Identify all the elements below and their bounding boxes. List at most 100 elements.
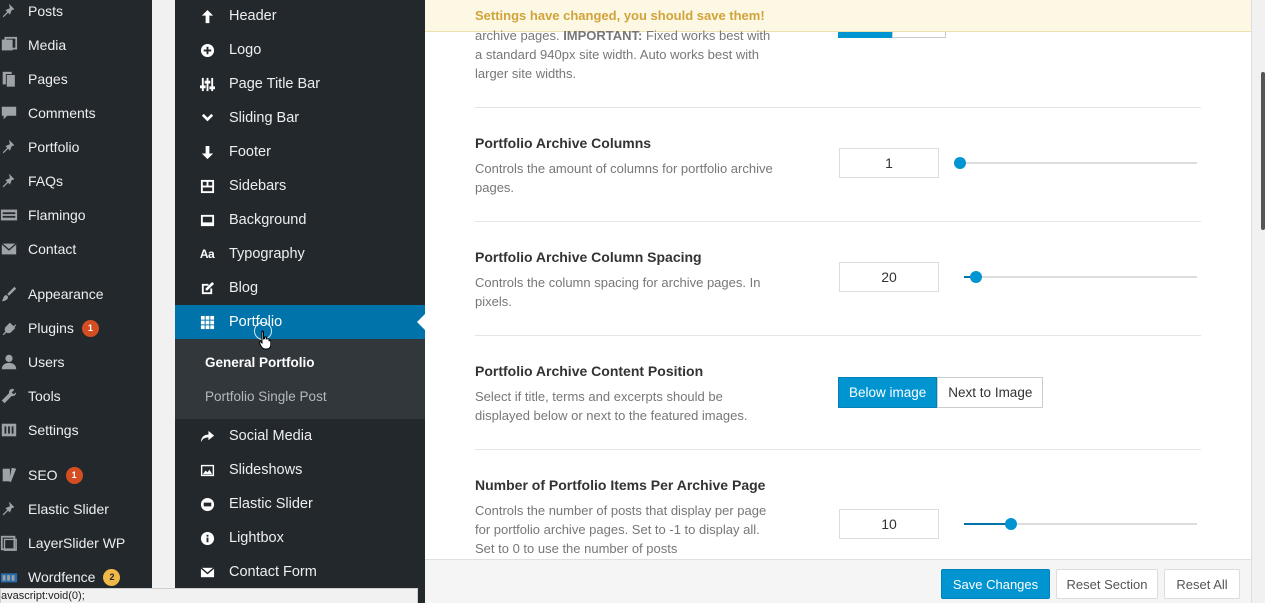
wp-menu-label: Elastic Slider: [28, 501, 109, 517]
page-scrollbar[interactable]: [1261, 72, 1265, 230]
position-setting-description: Select if title, terms and excerpts shou…: [475, 389, 748, 423]
pin-icon: [0, 499, 20, 519]
arrow-down-icon: [199, 144, 215, 160]
wrench-icon: [0, 386, 20, 406]
options-tab-label: Background: [229, 212, 307, 228]
wp-menu-appearance[interactable]: Appearance: [0, 277, 152, 311]
wp-menu-users[interactable]: Users: [0, 345, 152, 379]
wp-menu-elastic-slider[interactable]: Elastic Slider: [0, 492, 152, 526]
sliders-icon: [199, 76, 215, 92]
browser-status-url: avascript:void(0);: [0, 588, 418, 603]
below-image-option[interactable]: Below image: [838, 377, 938, 408]
wordfence-icon: [0, 567, 20, 587]
wp-menu-label: Posts: [28, 3, 64, 19]
options-tab-label: Typography: [229, 246, 305, 262]
wp-menu-label: Users: [28, 354, 65, 370]
options-tab-portfolio[interactable]: Portfolio: [175, 305, 425, 339]
items-per-page-slider[interactable]: [964, 518, 1197, 530]
options-tab-label: Contact Form: [229, 564, 317, 580]
spacing-setting-description: Controls the column spacing for archive …: [475, 275, 761, 309]
section-divider: [475, 221, 1201, 222]
options-tab-label: Footer: [229, 144, 271, 160]
wp-admin-menu: Posts Media Pages Comments Portfolio FAQ…: [0, 0, 152, 603]
options-tab-sidebars[interactable]: Sidebars: [175, 169, 425, 203]
wp-menu-settings[interactable]: Settings: [0, 413, 152, 447]
plus-circle-icon: [199, 42, 215, 58]
wp-menu-label: Comments: [28, 105, 96, 121]
wp-menu-label: Media: [28, 37, 67, 53]
wp-menu-label: Pages: [28, 71, 68, 87]
submenu-portfolio-single-post[interactable]: Portfolio Single Post: [205, 389, 327, 404]
spacing-setting-title: Portfolio Archive Column Spacing: [475, 249, 702, 265]
wp-menu-flamingo[interactable]: Flamingo: [0, 198, 152, 232]
reset-section-button[interactable]: Reset Section: [1056, 569, 1158, 599]
options-tab-footer[interactable]: Footer: [175, 135, 425, 169]
options-tab-social-media[interactable]: Social Media: [175, 419, 425, 453]
chevron-down-icon: [199, 110, 215, 126]
wp-menu-seo[interactable]: SEO 1: [0, 458, 152, 492]
columns-slider-handle[interactable]: [954, 157, 966, 169]
section-divider: [475, 107, 1201, 108]
options-tab-blog[interactable]: Blog: [175, 271, 425, 305]
wp-menu-pages[interactable]: Pages: [0, 62, 152, 96]
wp-menu-comments[interactable]: Comments: [0, 96, 152, 130]
spacing-slider-handle[interactable]: [970, 271, 982, 283]
settings-panel: Settings have changed, you should save t…: [425, 0, 1251, 603]
options-tab-label: Elastic Slider: [229, 496, 313, 512]
wp-menu-label: Settings: [28, 422, 79, 438]
options-tab-elastic-slider[interactable]: Elastic Slider: [175, 487, 425, 521]
plug-icon: [0, 318, 20, 338]
wp-menu-tools[interactable]: Tools: [0, 379, 152, 413]
columns-slider[interactable]: [954, 157, 1197, 169]
envelope-icon: [199, 564, 215, 580]
typography-icon: Aa: [199, 247, 215, 261]
wp-menu-label: FAQs: [28, 173, 64, 189]
items-per-page-description: Controls the number of posts that displa…: [475, 503, 767, 556]
options-tab-label: Logo: [229, 42, 262, 58]
wp-menu-label: Portfolio: [28, 139, 80, 155]
save-changes-button[interactable]: Save Changes: [941, 569, 1050, 599]
columns-value-input[interactable]: 1: [839, 148, 939, 178]
options-tab-logo[interactable]: Logo: [175, 33, 425, 67]
layers-icon: [0, 533, 20, 553]
columns-setting-description: Controls the amount of columns for portf…: [475, 161, 773, 195]
wp-menu-contact[interactable]: Contact: [0, 232, 152, 266]
options-tab-page-title-bar[interactable]: Page Title Bar: [175, 67, 425, 101]
submenu-general-portfolio[interactable]: General Portfolio: [205, 355, 315, 370]
options-tab-background[interactable]: Background: [175, 203, 425, 237]
options-tab-lightbox[interactable]: Lightbox: [175, 521, 425, 555]
section-divider: [475, 335, 1201, 336]
options-tab-label: Sliding Bar: [229, 110, 300, 126]
position-setting-title: Portfolio Archive Content Position: [475, 363, 704, 379]
options-tab-contact-form[interactable]: Contact Form: [175, 555, 425, 589]
items-per-page-title: Number of Portfolio Items Per Archive Pa…: [475, 477, 766, 493]
wp-menu-media[interactable]: Media: [0, 28, 152, 62]
wp-menu-label: Wordfence: [28, 569, 96, 585]
options-tab-label: Blog: [229, 280, 259, 296]
spacing-slider[interactable]: [964, 271, 1197, 283]
background-icon: [199, 212, 215, 228]
options-tab-sliding-bar[interactable]: Sliding Bar: [175, 101, 425, 135]
items-slider-handle[interactable]: [1005, 518, 1017, 530]
wp-menu-layerslider[interactable]: LayerSlider WP: [0, 526, 152, 560]
options-tab-typography[interactable]: Aa Typography: [175, 237, 425, 271]
theme-options-menu: Header Logo Page Title Bar Sliding Bar F…: [175, 0, 425, 603]
wp-menu-posts[interactable]: Posts: [0, 0, 152, 28]
reset-all-button[interactable]: Reset All: [1164, 569, 1240, 599]
spacing-value-input[interactable]: 20: [839, 262, 939, 292]
options-tab-header[interactable]: Header: [175, 0, 425, 33]
wp-menu-faqs[interactable]: FAQs: [0, 164, 152, 198]
content-position-toggle: Below image Next to Image: [838, 377, 1044, 408]
section-divider: [475, 449, 1201, 450]
next-to-image-option[interactable]: Next to Image: [937, 377, 1044, 408]
wp-menu-plugins[interactable]: Plugins 1: [0, 311, 152, 345]
media-icon: [0, 35, 20, 55]
pin-icon: [0, 1, 20, 21]
wp-menu-portfolio[interactable]: Portfolio: [0, 130, 152, 164]
pages-icon: [0, 69, 20, 89]
options-tab-slideshows[interactable]: Slideshows: [175, 453, 425, 487]
settings-icon: [0, 420, 20, 440]
seo-notification-badge: 1: [65, 466, 83, 484]
options-tab-label: Header: [229, 8, 277, 24]
items-per-page-input[interactable]: 10: [839, 509, 939, 539]
